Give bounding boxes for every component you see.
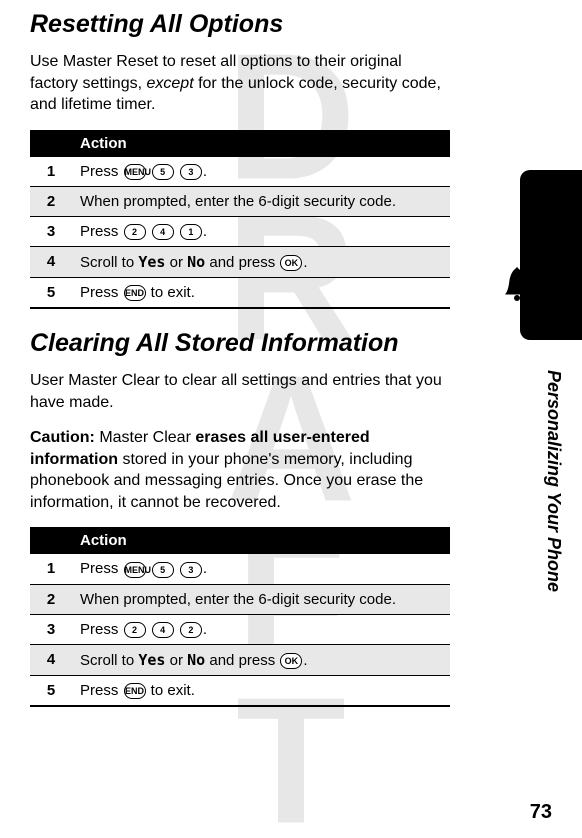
caution-text: Caution: Master Clear erases all user-en… xyxy=(30,427,450,513)
heading-clearing: Clearing All Stored Information xyxy=(30,329,450,358)
col-blank xyxy=(30,130,72,157)
table-row: 2 When prompted, enter the 6-digit secur… xyxy=(30,584,450,614)
table-row: 5 Press END to exit. xyxy=(30,675,450,706)
ok-key-icon: OK xyxy=(280,255,302,271)
col-blank xyxy=(30,527,72,554)
key-5-icon: 5 xyxy=(152,164,174,180)
key-2-icon: 2 xyxy=(124,622,146,638)
key-3-icon: 3 xyxy=(180,562,202,578)
side-tab xyxy=(520,170,582,340)
table-row: 1 Press MENU 5 3. xyxy=(30,157,450,187)
table-row: 3 Press 2 4 2. xyxy=(30,614,450,644)
ok-key-icon: OK xyxy=(280,653,302,669)
key-3-icon: 3 xyxy=(180,164,202,180)
heading-resetting: Resetting All Options xyxy=(30,10,450,39)
table-row: 2 When prompted, enter the 6-digit secur… xyxy=(30,186,450,216)
key-2-icon: 2 xyxy=(180,622,202,638)
key-4-icon: 4 xyxy=(152,622,174,638)
intro-reset: Use Master Reset to reset all options to… xyxy=(30,51,450,116)
action-table-reset: Action 1 Press MENU 5 3. 2 When prompted… xyxy=(30,130,450,309)
table-row: 4 Scroll to Yes or No and press OK. xyxy=(30,644,450,675)
page-number: 73 xyxy=(530,801,552,824)
alarm-bell-icon xyxy=(498,260,548,310)
key-2-icon: 2 xyxy=(124,224,146,240)
table-row: 5 Press END to exit. xyxy=(30,277,450,308)
menu-key-icon: MENU xyxy=(124,164,146,180)
table-row: 1 Press MENU 5 3. xyxy=(30,554,450,584)
key-5-icon: 5 xyxy=(152,562,174,578)
end-key-icon: END xyxy=(124,285,146,301)
key-4-icon: 4 xyxy=(152,224,174,240)
table-row: 3 Press 2 4 1. xyxy=(30,216,450,246)
menu-key-icon: MENU xyxy=(124,562,146,578)
table-row: 4 Scroll to Yes or No and press OK. xyxy=(30,246,450,277)
end-key-icon: END xyxy=(124,683,146,699)
col-action: Action xyxy=(72,130,450,157)
action-table-clear: Action 1 Press MENU 5 3. 2 When prompted… xyxy=(30,527,450,706)
page-content: Resetting All Options Use Master Reset t… xyxy=(0,0,490,727)
col-action: Action xyxy=(72,527,450,554)
key-1-icon: 1 xyxy=(180,224,202,240)
intro-clear: User Master Clear to clear all settings … xyxy=(30,370,450,413)
section-side-label: Personalizing Your Phone xyxy=(543,370,564,592)
